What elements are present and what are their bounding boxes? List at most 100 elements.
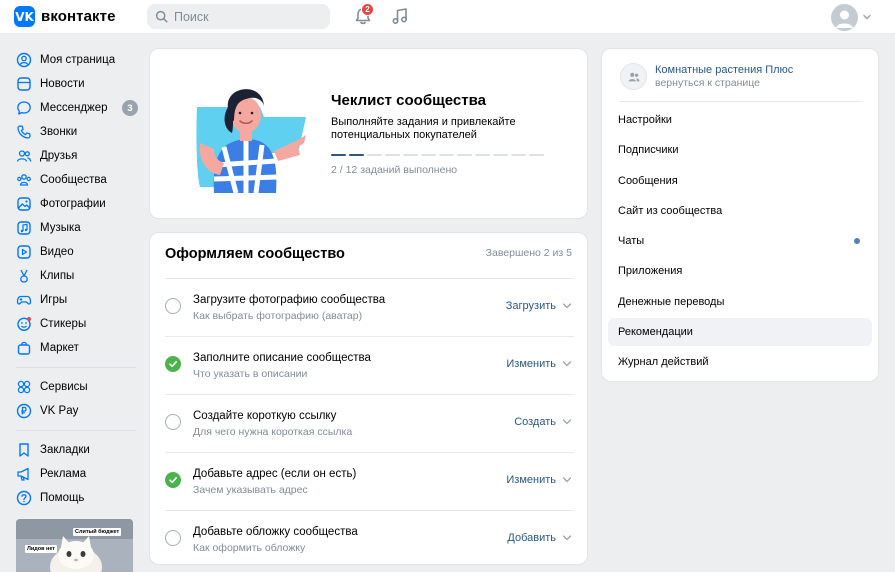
checklist-title: Чеклист сообщества xyxy=(331,92,486,109)
nav-item-my-page[interactable]: Моя страница xyxy=(16,48,138,72)
nav-item-messenger[interactable]: Мессенджер 3 xyxy=(16,96,138,120)
group-placeholder-icon xyxy=(628,72,640,81)
task-row-description[interactable]: Заполните описание сообщества Что указат… xyxy=(165,336,574,394)
nav-label: Видео xyxy=(40,246,74,258)
progress-segment-todo xyxy=(493,154,508,156)
nav-label: Сервисы xyxy=(40,381,88,393)
menu-item-site-builder[interactable]: Сайт из сообщества xyxy=(608,197,872,225)
task-row-upload-photo[interactable]: Загрузите фотографию сообщества Как выбр… xyxy=(165,278,574,336)
task-row-address[interactable]: Добавьте адрес (если он есть) Зачем указ… xyxy=(165,452,574,510)
menu-item-action-log[interactable]: Журнал действий xyxy=(608,348,872,376)
vk-logo[interactable]: VK вконтакте xyxy=(14,6,116,27)
task-title: Добавьте адрес (если он есть) xyxy=(193,468,357,480)
menu-item-messages[interactable]: Сообщения xyxy=(608,167,872,195)
chevron-down-icon[interactable] xyxy=(562,360,572,368)
help-icon xyxy=(16,490,32,506)
nav-label: Музыка xyxy=(40,222,81,234)
friends-icon xyxy=(16,150,32,162)
nav-item-vkpay[interactable]: VK Pay xyxy=(16,399,138,423)
nav-label: Закладки xyxy=(40,444,90,456)
task-action-edit[interactable]: Изменить xyxy=(506,474,556,486)
nav-item-friends[interactable]: Друзья xyxy=(16,144,138,168)
progress-segment-todo xyxy=(385,154,400,156)
menu-item-subscribers[interactable]: Подписчики xyxy=(608,136,872,164)
task-row-short-link[interactable]: Создайте короткую ссылку Для чего нужна … xyxy=(165,394,574,452)
task-row-cover[interactable]: Добавьте обложку сообщества Как оформить… xyxy=(165,510,574,568)
task-help-link[interactable]: Как оформить обложку xyxy=(193,542,305,554)
nav-label: Моя страница xyxy=(40,54,116,66)
menu-label: Рекомендации xyxy=(618,326,693,338)
nav-item-stickers[interactable]: Стикеры xyxy=(16,312,138,336)
nav-label: Маркет xyxy=(40,342,79,354)
menu-item-chats[interactable]: Чаты xyxy=(608,227,872,255)
chevron-down-icon[interactable] xyxy=(562,534,572,542)
task-status-circle xyxy=(165,298,181,314)
checklist-illustration xyxy=(196,89,306,193)
nav-label: Сообщества xyxy=(40,174,107,186)
menu-label: Подписчики xyxy=(618,144,679,156)
music-player-icon[interactable] xyxy=(390,6,410,26)
vk-logo-icon: VK xyxy=(14,6,35,27)
promo-caption: Слитый бюджет xyxy=(73,528,122,536)
bookmark-icon xyxy=(19,443,29,457)
task-done-check xyxy=(165,356,181,372)
menu-item-settings[interactable]: Настройки xyxy=(608,106,872,134)
task-action-upload[interactable]: Загрузить xyxy=(506,300,556,312)
task-title: Добавьте обложку сообщества xyxy=(193,526,358,538)
progress-segment-todo xyxy=(367,154,382,156)
nav-item-communities[interactable]: Сообщества xyxy=(16,168,138,192)
nav-item-games[interactable]: Игры xyxy=(16,288,138,312)
task-title: Загрузите фотографию сообщества xyxy=(193,294,386,306)
menu-label: Чаты xyxy=(618,235,645,247)
task-action-create[interactable]: Создать xyxy=(514,416,556,428)
progress-segment-todo xyxy=(421,154,436,156)
chevron-down-icon[interactable] xyxy=(562,302,572,310)
nav-item-music[interactable]: Музыка xyxy=(16,216,138,240)
news-icon xyxy=(17,77,31,91)
search-input[interactable] xyxy=(174,9,324,24)
task-help-link[interactable]: Что указать в описании xyxy=(193,368,307,380)
nav-item-market[interactable]: Маркет xyxy=(16,336,138,360)
setup-status: Завершено 2 из 5 xyxy=(485,247,572,259)
task-action-add[interactable]: Добавить xyxy=(507,532,556,544)
nav-item-ads[interactable]: Реклама xyxy=(16,462,138,486)
menu-item-money-transfers[interactable]: Денежные переводы xyxy=(608,288,872,316)
nav-label: Клипы xyxy=(40,270,75,282)
progress-segment-todo xyxy=(457,154,472,156)
communities-icon xyxy=(17,174,31,186)
nav-divider xyxy=(16,430,136,431)
task-help-link[interactable]: Зачем указывать адрес xyxy=(193,484,308,496)
nav-item-clips[interactable]: Клипы xyxy=(16,264,138,288)
notifications-badge: 2 xyxy=(361,3,374,16)
back-to-page-link[interactable]: вернуться к странице xyxy=(655,77,793,90)
menu-divider xyxy=(620,101,862,102)
checkmark-icon xyxy=(169,477,177,484)
nav-item-calls[interactable]: Звонки xyxy=(16,120,138,144)
search-box[interactable] xyxy=(147,4,330,29)
menu-item-recommendations[interactable]: Рекомендации xyxy=(608,318,872,346)
community-back-link[interactable]: Комнатные растения Плюс вернуться к стра… xyxy=(620,63,793,90)
menu-label: Денежные переводы xyxy=(618,296,725,308)
nav-item-video[interactable]: Видео xyxy=(16,240,138,264)
vkpay-icon xyxy=(16,403,32,419)
nav-item-services[interactable]: Сервисы xyxy=(16,375,138,399)
nav-item-help[interactable]: Помощь xyxy=(16,486,138,510)
community-name[interactable]: Комнатные растения Плюс xyxy=(655,64,793,77)
setup-title: Оформляем сообщество xyxy=(165,246,345,262)
chevron-down-icon[interactable] xyxy=(862,12,872,22)
nav-label: VK Pay xyxy=(40,405,79,417)
nav-item-photos[interactable]: Фотографии xyxy=(16,192,138,216)
progress-segment-todo xyxy=(439,154,454,156)
task-action-edit[interactable]: Изменить xyxy=(506,358,556,370)
task-done-check xyxy=(165,472,181,488)
nav-item-bookmarks[interactable]: Закладки xyxy=(16,438,138,462)
nav-label: Звонки xyxy=(40,126,78,138)
task-help-link[interactable]: Для чего нужна короткая ссылка xyxy=(193,426,352,438)
menu-item-apps[interactable]: Приложения xyxy=(608,257,872,285)
chevron-down-icon[interactable] xyxy=(562,476,572,484)
profile-avatar[interactable] xyxy=(831,4,858,31)
nav-item-news[interactable]: Новости xyxy=(16,72,138,96)
chevron-down-icon[interactable] xyxy=(562,418,572,426)
promo-banner-image[interactable]: Слитый бюджет Лидов нет xyxy=(16,519,133,572)
task-help-link[interactable]: Как выбрать фотографию (аватар) xyxy=(193,310,362,322)
